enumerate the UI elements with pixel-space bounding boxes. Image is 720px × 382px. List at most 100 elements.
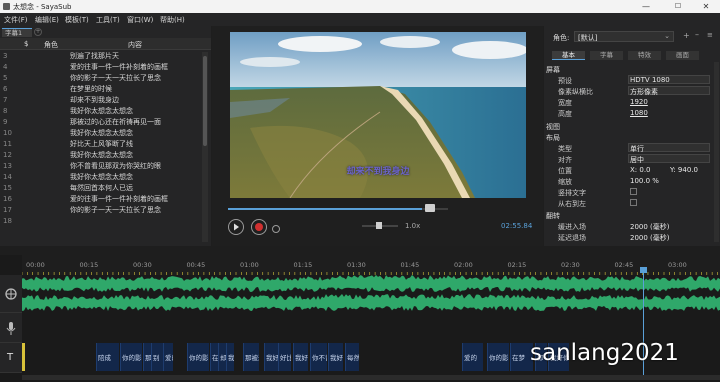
- row-content: 那被过的心还在祈祷再见一面: [70, 118, 161, 126]
- section-screen[interactable]: 屏幕: [544, 63, 712, 74]
- app-icon: [3, 3, 10, 10]
- subtitle-list-row[interactable]: 13 你不曾看见那双为你哭红的眼: [0, 160, 200, 171]
- subtitle-list-row[interactable]: 9 那被过的心还在祈祷再见一面: [0, 116, 200, 127]
- width-field[interactable]: 1920: [630, 98, 648, 106]
- menu-template[interactable]: 模板(T): [65, 15, 89, 25]
- subtitle-block[interactable]: 你不曾: [310, 343, 327, 371]
- section-fade[interactable]: 翻转: [544, 209, 712, 220]
- row-number: 3: [3, 52, 8, 60]
- section-view[interactable]: 视图: [544, 120, 712, 131]
- row-content: 爱的往事一件一件补刻着的画框: [70, 63, 168, 71]
- col-content: 内容: [128, 41, 142, 49]
- subtitle-block[interactable]: 好比: [278, 343, 291, 371]
- seek-bar[interactable]: [228, 208, 448, 210]
- subtitle-block[interactable]: 却: [218, 343, 226, 371]
- tab-frame[interactable]: 画面: [666, 51, 699, 60]
- height-field[interactable]: 1080: [630, 109, 648, 117]
- maximize-button[interactable]: ☐: [668, 1, 688, 12]
- menu-window[interactable]: 窗口(W): [127, 15, 153, 25]
- subtitle-block[interactable]: 那被过: [243, 343, 259, 371]
- role-value: [默认]: [578, 34, 598, 42]
- row-content: 你不曾看见那双为你哭红的眼: [70, 162, 161, 170]
- fade-out-field[interactable]: 2000 (毫秒): [630, 233, 670, 243]
- subtitle-list-row[interactable]: 7 却来不到我身边: [0, 94, 200, 105]
- subtitle-list-row[interactable]: 14 我好你太想念太想念: [0, 171, 200, 182]
- role-select[interactable]: [默认] ⌄: [574, 31, 674, 42]
- subtitle-list-row[interactable]: 4 爱的往事一件一件补刻着的画框: [0, 61, 200, 72]
- timeline-scrollbar[interactable]: [22, 375, 720, 380]
- loop-button[interactable]: [272, 225, 280, 233]
- row-number: 12: [3, 151, 12, 159]
- add-tab-button[interactable]: +: [34, 28, 42, 36]
- subtitle-list-panel: 字幕1 + $ 角色 内容 3 别遍了找那片天 4 爱的往事一件一件补刻着的画框 5 你的…: [0, 26, 211, 246]
- properties-scrollbar[interactable]: [714, 62, 719, 242]
- subtitle-block[interactable]: 陪成: [96, 343, 119, 371]
- tab-basic[interactable]: 基本: [552, 51, 585, 60]
- scale-field[interactable]: 100.0 %: [630, 177, 659, 185]
- subtitle-block[interactable]: 每然: [345, 343, 359, 371]
- subtitle-list-row[interactable]: 16 爱的往事一件一件补刻着的画框: [0, 193, 200, 204]
- subtitle-list-row[interactable]: 12 我好你太想念太想念: [0, 149, 200, 160]
- list-scrollbar[interactable]: [202, 52, 208, 242]
- subtitle-list-row[interactable]: 3 别遍了找那片天: [0, 50, 200, 61]
- subtitle-block[interactable]: 爱的往: [163, 343, 173, 371]
- subtitle-block[interactable]: 你的影: [187, 343, 209, 371]
- subtitle-list-row[interactable]: 5 你的影子一天一天拉长了思念: [0, 72, 200, 83]
- subtitle-block[interactable]: 我好你: [293, 343, 308, 371]
- row-content: 我好你太想念太想念: [70, 107, 133, 115]
- waveform-channel: [22, 275, 720, 292]
- subtitle-list-row[interactable]: 11 好比天上风筝断了线: [0, 138, 200, 149]
- position-x-field[interactable]: X: 0.0: [630, 166, 651, 174]
- section-layout[interactable]: 布局: [544, 131, 712, 142]
- subtitle-list-row[interactable]: 15 每然回首本何人已远: [0, 182, 200, 193]
- vertical-text-checkbox[interactable]: [630, 188, 637, 195]
- audio-waveform[interactable]: [22, 275, 720, 313]
- subtitle-block[interactable]: 爱的: [462, 343, 483, 371]
- seek-handle[interactable]: [425, 204, 435, 212]
- minimize-button[interactable]: —: [636, 1, 656, 12]
- add-role-icon[interactable]: +: [683, 31, 690, 40]
- remove-role-icon[interactable]: –: [695, 30, 699, 39]
- tab-effect[interactable]: 特效: [628, 51, 661, 60]
- record-button[interactable]: [251, 219, 267, 235]
- menu-edit[interactable]: 编辑(E): [35, 15, 59, 25]
- tab-subtitle[interactable]: 字幕: [590, 51, 623, 60]
- subtitle-block[interactable]: 你的影: [487, 343, 509, 371]
- playhead-handle[interactable]: [640, 267, 647, 273]
- waveform-tool[interactable]: [0, 275, 22, 313]
- row-content: 爱的往事一件一件补刻着的画框: [70, 195, 168, 203]
- title-bar: 太想念 - SayaSub — ☐ ✕: [0, 0, 720, 13]
- subtitle-block[interactable]: 别: [151, 343, 161, 371]
- subtitle-track-tool[interactable]: T: [0, 343, 22, 373]
- subtitle-list-row[interactable]: 10 我好你太想念太想念: [0, 127, 200, 138]
- subtitle-list-row[interactable]: 6 在梦里的时候: [0, 83, 200, 94]
- rtl-checkbox[interactable]: [630, 199, 637, 206]
- subtitle-list-row[interactable]: 8 我好你太想念太想念: [0, 105, 200, 116]
- subtitle-list-row[interactable]: 18: [0, 215, 200, 226]
- subtitle-block[interactable]: 我好: [226, 343, 234, 371]
- tab-subtitle-1[interactable]: 字幕1: [2, 28, 32, 37]
- time-ruler[interactable]: 00:00 00:15 00:30 00:45 01:00 01:15 01:30 01:45…: [22, 255, 720, 275]
- video-preview[interactable]: 却来不到我身边: [230, 32, 526, 198]
- settings-icon[interactable]: ≡: [707, 31, 713, 39]
- subtitle-block[interactable]: 我好: [328, 343, 343, 371]
- row-number: 7: [3, 96, 8, 104]
- row-content: 我好你太想念太想念: [70, 173, 133, 181]
- close-button[interactable]: ✕: [696, 1, 716, 12]
- scroll-thumb[interactable]: [203, 56, 207, 146]
- speed-slider-handle[interactable]: [376, 222, 382, 229]
- play-button[interactable]: [228, 219, 244, 235]
- menu-file[interactable]: 文件(F): [4, 15, 28, 25]
- properties-panel: 角色: [默认] ⌄ + – ≡ 基本 字幕 特效 画面 屏幕 预设 HDTV 1…: [544, 26, 720, 246]
- preset-value: HDTV 1080: [630, 76, 670, 84]
- menu-help[interactable]: 帮助(H): [160, 15, 185, 25]
- row-number: 4: [3, 63, 8, 71]
- audio-tool[interactable]: [0, 313, 22, 343]
- menu-tools[interactable]: 工具(T): [96, 15, 120, 25]
- subtitle-list-row[interactable]: 17 你的影子一天一天拉长了思念: [0, 204, 200, 215]
- subtitle-block[interactable]: 你的影: [120, 343, 142, 371]
- rtl-label: 从右到左: [558, 200, 586, 208]
- row-content: 在梦里的时候: [70, 85, 112, 93]
- chevron-down-icon: ⌄: [664, 32, 670, 40]
- position-y-field[interactable]: Y: 940.0: [670, 166, 698, 174]
